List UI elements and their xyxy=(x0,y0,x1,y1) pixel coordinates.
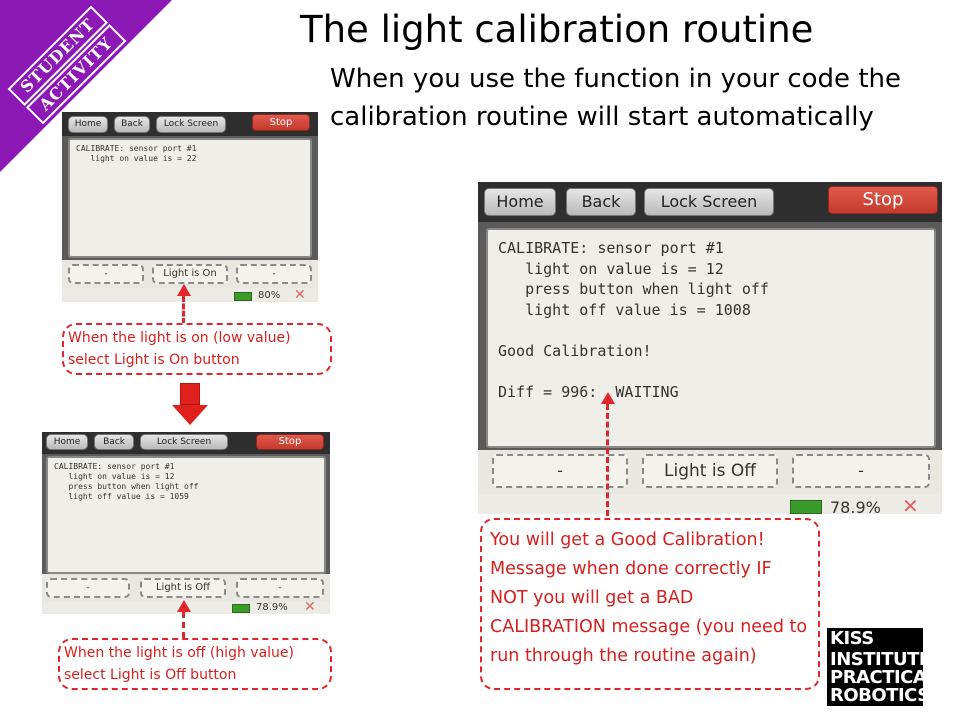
dashed-connector xyxy=(606,404,609,516)
slide-subtitle: When you use the function in your code t… xyxy=(330,64,901,132)
callout-good-calibration: You will get a Good Calibration! Message… xyxy=(480,518,820,690)
logo-line-4: ROBOTICS xyxy=(830,685,930,706)
callout-light-off: When the light is off (high value) selec… xyxy=(58,638,332,690)
battery-level: 78.9% xyxy=(830,498,881,514)
bottom-right-button[interactable]: - xyxy=(236,578,324,598)
down-arrow-icon xyxy=(172,383,208,427)
kipr-logo: KISS INSTITUTEFOR PRACTICAL ROBOTICS xyxy=(827,628,945,706)
light-is-on-button[interactable]: Light is On xyxy=(152,264,228,284)
logo-line-2: INSTITUTEFOR xyxy=(830,648,945,669)
screen-light-on: Home Back Lock Screen Stop CALIBRATE: se… xyxy=(62,112,318,302)
back-button[interactable]: Back xyxy=(114,116,150,133)
stop-button[interactable]: Stop xyxy=(252,114,310,131)
close-icon[interactable]: ✕ xyxy=(304,599,316,614)
close-icon[interactable]: ✕ xyxy=(294,287,306,302)
close-icon[interactable]: ✕ xyxy=(902,494,919,514)
lock-screen-button[interactable]: Lock Screen xyxy=(156,116,226,133)
light-is-off-button[interactable]: Light is Off xyxy=(140,578,226,598)
slide-title: The light calibration routine xyxy=(300,8,814,51)
back-button[interactable]: Back xyxy=(566,188,636,216)
bottom-right-button[interactable]: - xyxy=(236,264,312,284)
down-arrow-shaft xyxy=(180,383,200,405)
battery-level: 80% xyxy=(258,290,281,301)
stop-button[interactable]: Stop xyxy=(256,434,324,450)
battery-level: 78.9% xyxy=(256,602,288,613)
down-arrow-head xyxy=(172,405,208,425)
dashed-connector xyxy=(182,612,185,638)
home-button[interactable]: Home xyxy=(68,116,108,133)
console-output: CALIBRATE: sensor port #1 light on value… xyxy=(68,138,312,258)
light-is-off-button[interactable]: Light is Off xyxy=(642,454,778,488)
screen-light-off: Home Back Lock Screen Stop CALIBRATE: se… xyxy=(42,432,330,614)
battery-icon xyxy=(232,604,250,613)
back-button[interactable]: Back xyxy=(94,434,134,450)
console-output: CALIBRATE: sensor port #1 light on value… xyxy=(46,456,326,574)
battery-icon xyxy=(790,500,822,514)
logo-line-1: KISS xyxy=(830,628,874,649)
stop-button[interactable]: Stop xyxy=(828,186,938,214)
dashed-connector xyxy=(182,296,185,324)
arrow-up-icon xyxy=(177,284,191,296)
home-button[interactable]: Home xyxy=(46,434,88,450)
screen-good-calibration: Home Back Lock Screen Stop CALIBRATE: se… xyxy=(478,182,942,514)
battery-icon xyxy=(234,292,252,301)
bottom-left-button[interactable]: - xyxy=(68,264,144,284)
console-output: CALIBRATE: sensor port #1 light on value… xyxy=(486,228,936,448)
arrow-up-icon xyxy=(601,392,615,404)
bottom-left-button[interactable]: - xyxy=(46,578,130,598)
lock-screen-button[interactable]: Lock Screen xyxy=(644,188,774,216)
logo-for: FOR xyxy=(930,653,945,660)
callout-light-on: When the light is on (low value) select … xyxy=(62,323,332,375)
bottom-right-button[interactable]: - xyxy=(792,454,930,488)
home-button[interactable]: Home xyxy=(484,188,556,216)
lock-screen-button[interactable]: Lock Screen xyxy=(140,434,228,450)
arrow-up-icon xyxy=(177,600,191,612)
